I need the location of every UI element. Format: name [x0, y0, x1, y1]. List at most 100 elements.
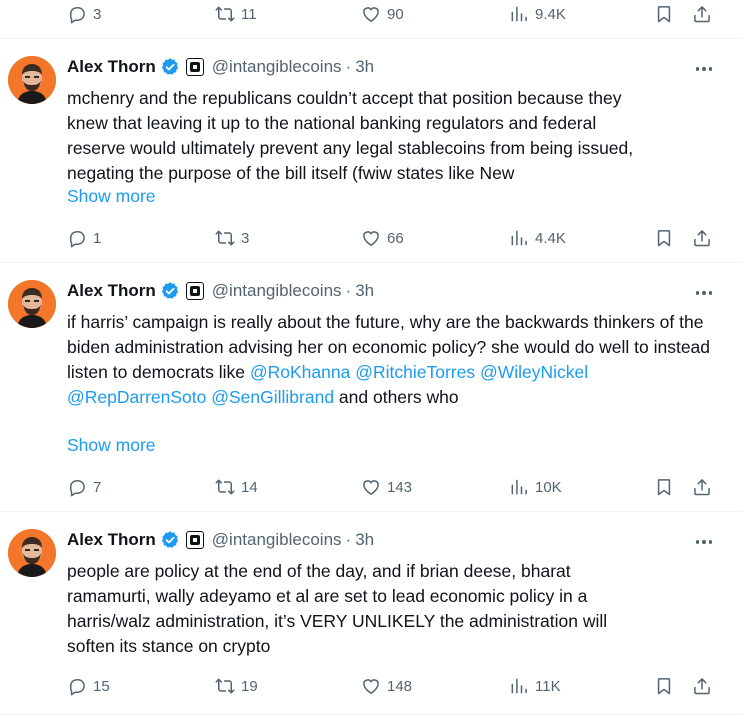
retweet-count: 14 — [241, 478, 258, 496]
retweet-button[interactable]: 19 — [215, 674, 258, 698]
bookmark-button[interactable] — [654, 226, 674, 250]
mention-link[interactable]: @WileyNickel — [480, 362, 588, 382]
divider — [0, 511, 743, 512]
avatar[interactable] — [8, 280, 56, 328]
bookmark-button[interactable] — [654, 2, 674, 26]
bookmark-icon — [654, 477, 674, 497]
heart-icon — [361, 477, 381, 497]
views-count: 4.4K — [535, 229, 566, 247]
share-button[interactable] — [692, 475, 712, 499]
views-count: 9.4K — [535, 5, 566, 23]
tweet[interactable]: Alex Thorn @intangiblecoins · 3h if harr… — [0, 280, 743, 510]
previous-tweet-actions: 3 11 90 9.4K — [0, 2, 743, 26]
more-options-icon[interactable] — [694, 59, 714, 79]
timestamp[interactable]: 3h — [355, 281, 374, 301]
author-name[interactable]: Alex Thorn — [67, 57, 156, 77]
mention-link[interactable]: @RitchieTorres — [355, 362, 475, 382]
tweet-actions: 1 3 66 4.4K — [0, 226, 743, 250]
bookmark-button[interactable] — [654, 674, 674, 698]
timestamp[interactable]: 3h — [355, 57, 374, 77]
divider — [0, 38, 743, 39]
tweet[interactable]: Alex Thorn @intangiblecoins · 3h people … — [0, 529, 743, 719]
like-button[interactable]: 90 — [361, 2, 404, 26]
like-count: 143 — [387, 478, 413, 496]
separator-dot: · — [345, 57, 352, 76]
reply-button[interactable]: 3 — [67, 2, 101, 26]
author-name[interactable]: Alex Thorn — [67, 530, 156, 550]
separator-dot: · — [345, 281, 352, 300]
tweet-text-line: knew that leaving it up to the national … — [67, 113, 597, 133]
verified-badge-icon[interactable] — [160, 57, 180, 77]
like-count: 148 — [387, 677, 413, 695]
tweet-text-part: and others who — [334, 387, 459, 407]
show-more-link[interactable]: Show more — [67, 186, 156, 207]
tweet-text-line: people are policy at the end of the day,… — [67, 561, 571, 581]
share-button[interactable] — [692, 226, 712, 250]
divider — [0, 262, 743, 263]
share-icon — [692, 676, 712, 696]
retweet-count: 3 — [241, 229, 250, 247]
tweet-text-line: soften its stance on crypto — [67, 636, 271, 656]
author-handle[interactable]: @intangiblecoins — [212, 57, 342, 77]
reply-button[interactable]: 7 — [67, 475, 101, 499]
heart-icon — [361, 4, 381, 24]
retweet-button[interactable]: 14 — [215, 475, 258, 499]
retweet-icon — [215, 228, 235, 248]
reply-count: 3 — [93, 5, 102, 23]
verified-badge-icon[interactable] — [160, 530, 180, 550]
bookmark-icon — [654, 228, 674, 248]
tweet-text: mchenry and the republicans couldn’t acc… — [67, 86, 717, 186]
tweet-actions: 7 14 143 10K — [0, 475, 743, 499]
bookmark-button[interactable] — [654, 475, 674, 499]
share-button[interactable] — [692, 2, 712, 26]
show-more-link[interactable]: Show more — [67, 435, 156, 456]
more-options-icon[interactable] — [694, 283, 714, 303]
timestamp[interactable]: 3h — [355, 530, 374, 550]
bookmark-icon — [654, 4, 674, 24]
retweet-count: 19 — [241, 677, 258, 695]
share-icon — [692, 4, 712, 24]
views-button[interactable]: 11K — [509, 674, 561, 698]
like-button[interactable]: 148 — [361, 674, 412, 698]
author-handle[interactable]: @intangiblecoins — [212, 530, 342, 550]
more-options-icon[interactable] — [694, 532, 714, 552]
views-button[interactable]: 4.4K — [509, 226, 566, 250]
share-button[interactable] — [692, 674, 712, 698]
affiliation-badge-icon[interactable] — [185, 531, 204, 549]
author-handle[interactable]: @intangiblecoins — [212, 281, 342, 301]
tweet-text: people are policy at the end of the day,… — [67, 559, 717, 659]
retweet-button[interactable]: 11 — [215, 2, 257, 26]
retweet-icon — [215, 477, 235, 497]
bar-chart-icon — [509, 4, 529, 24]
mention-link[interactable]: @SenGillibrand — [211, 387, 334, 407]
affiliation-badge-icon[interactable] — [185, 282, 204, 300]
reply-icon — [67, 477, 87, 497]
reply-count: 7 — [93, 478, 102, 496]
reply-button[interactable]: 1 — [67, 226, 101, 250]
author-name[interactable]: Alex Thorn — [67, 281, 156, 301]
tweet-text-line: ramamurti, wally adeyamo et al are set t… — [67, 586, 588, 606]
tweet-header: Alex Thorn @intangiblecoins · 3h — [67, 280, 374, 302]
avatar[interactable] — [8, 56, 56, 104]
like-button[interactable]: 143 — [361, 475, 412, 499]
mention-link[interactable]: @RepDarrenSoto — [67, 387, 206, 407]
avatar[interactable] — [8, 529, 56, 577]
views-button[interactable]: 10K — [509, 475, 562, 499]
tweet-text-line: reserve would ultimately prevent any leg… — [67, 138, 634, 158]
tweet-text-line: mchenry and the republicans couldn’t acc… — [67, 88, 622, 108]
reply-icon — [67, 676, 87, 696]
like-button[interactable]: 66 — [361, 226, 404, 250]
heart-icon — [361, 676, 381, 696]
reply-icon — [67, 228, 87, 248]
retweet-icon — [215, 676, 235, 696]
divider — [0, 714, 743, 715]
verified-badge-icon[interactable] — [160, 281, 180, 301]
retweet-button[interactable]: 3 — [215, 226, 249, 250]
tweet-actions: 15 19 148 11K — [0, 674, 743, 698]
mention-link[interactable]: @RoKhanna — [250, 362, 350, 382]
views-button[interactable]: 9.4K — [509, 2, 566, 26]
retweet-count: 11 — [241, 5, 257, 23]
reply-button[interactable]: 15 — [67, 674, 110, 698]
affiliation-badge-icon[interactable] — [185, 58, 204, 76]
tweet[interactable]: Alex Thorn @intangiblecoins · 3h mchenry… — [0, 56, 743, 266]
